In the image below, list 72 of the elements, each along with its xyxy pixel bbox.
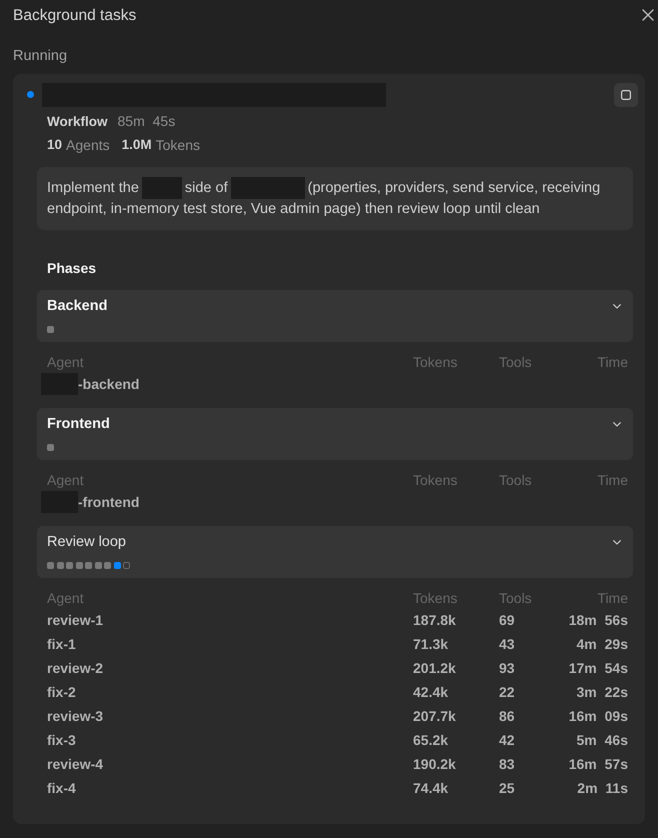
column-header: Agent — [47, 590, 85, 606]
tokens-cell: 207.7k — [413, 708, 456, 724]
chevron-icon[interactable] — [613, 540, 621, 544]
description-text: (properties, providers, send service, receiving — [308, 180, 600, 196]
phase-title: Review loop — [47, 534, 126, 550]
tokens-cell: 65.2k — [413, 732, 448, 748]
redaction-block — [142, 176, 182, 198]
tokens-cell: 74.4k — [413, 780, 448, 796]
window-title: Background tasks — [13, 6, 136, 26]
column-header: Tools — [499, 590, 533, 606]
column-header: Tools — [499, 354, 533, 370]
phase-title: Frontend — [47, 416, 110, 432]
phase-panel[interactable]: Review loop — [37, 526, 633, 578]
stat-unit: Tokens — [156, 137, 200, 153]
tools-cell: 25 — [499, 780, 515, 796]
description-text: side of — [184, 180, 228, 196]
tools-cell: 86 — [499, 708, 515, 724]
column-header: Tokens — [413, 472, 458, 488]
phases-heading: Phases — [46, 259, 96, 278]
phase-title: Backend — [47, 298, 108, 314]
tokens-cell: 42.4k — [413, 684, 448, 700]
time-cell: 3m 22s — [576, 684, 628, 700]
task-type: Workflow — [47, 114, 108, 128]
task-duration: 85m 45s — [118, 113, 176, 129]
tools-cell: 22 — [499, 684, 515, 700]
agent-name: review-4 — [47, 756, 104, 772]
time-cell: 2m 11s — [577, 780, 628, 796]
agent-name: review-3 — [47, 708, 104, 724]
column-header: Time — [597, 472, 628, 488]
column-header: Time — [597, 590, 628, 606]
column-header: Time — [597, 354, 628, 370]
stop-icon[interactable] — [621, 90, 631, 100]
tokens-cell: 201.2k — [413, 660, 456, 676]
chevron-icon[interactable] — [613, 422, 621, 426]
time-cell: 4m 29s — [576, 636, 628, 652]
agent-name: review-1 — [47, 612, 104, 628]
agent-name: fix-2 — [47, 684, 76, 700]
agent-name: -backend — [78, 376, 140, 392]
stat-count: 1.0M — [122, 137, 152, 153]
agent-name: fix-4 — [47, 780, 76, 796]
column-header: Tokens — [413, 590, 458, 606]
tools-cell: 42 — [499, 732, 515, 748]
tokens-cell: 187.8k — [413, 612, 456, 628]
time-cell: 5m 46s — [576, 732, 628, 748]
tokens-cell: 71.3k — [413, 636, 448, 652]
phase-panel[interactable]: Backend — [37, 290, 633, 342]
stop-button[interactable] — [614, 82, 638, 106]
description-text: endpoint, in-memory test store, Vue admin page) then review loop until clean — [47, 200, 540, 216]
stat-unit: Agents — [66, 137, 110, 153]
time-cell: 16m 57s — [568, 756, 628, 772]
chevron-icon[interactable] — [613, 304, 621, 308]
time-cell: 17m 54s — [568, 660, 628, 676]
phase-panel[interactable]: Frontend — [37, 408, 633, 460]
column-header: Tools — [499, 472, 533, 488]
time-cell: 18m 56s — [568, 612, 628, 628]
tools-cell: 43 — [499, 636, 515, 652]
section-label: Running — [13, 47, 68, 66]
tokens-cell: 190.2k — [413, 756, 456, 772]
column-header: Tokens — [413, 354, 458, 370]
agent-name: -frontend — [78, 494, 140, 510]
agent-name: review-2 — [47, 660, 104, 676]
column-header: Agent — [47, 354, 85, 370]
column-header: Agent — [47, 472, 85, 488]
tools-cell: 69 — [499, 612, 515, 628]
description-text: Implement the — [47, 180, 139, 196]
agent-name: fix-3 — [47, 732, 76, 748]
tools-cell: 83 — [499, 756, 515, 772]
close-icon[interactable] — [642, 9, 654, 21]
stat-count: 10 — [47, 137, 62, 153]
tools-cell: 93 — [499, 660, 515, 676]
agent-name: fix-1 — [47, 636, 76, 652]
time-cell: 16m 09s — [568, 708, 628, 724]
